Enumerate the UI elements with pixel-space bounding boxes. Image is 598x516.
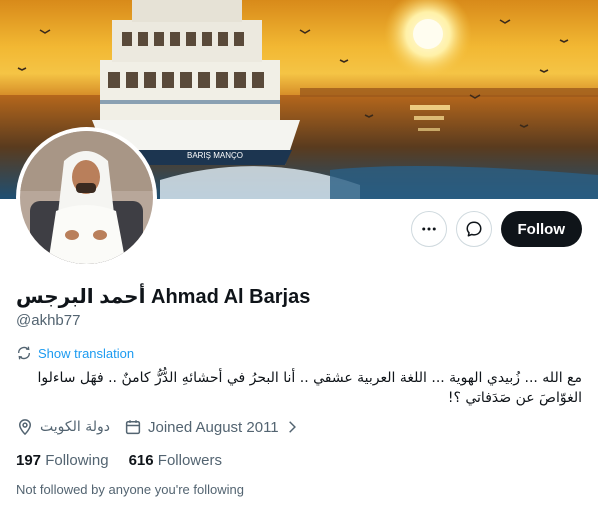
display-name: أحمد البرجس Ahmad Al Barjas xyxy=(16,286,311,308)
chevron-right-icon xyxy=(288,421,296,433)
location-icon xyxy=(18,419,32,436)
location-text: دولة الكويت xyxy=(40,419,110,435)
following-link[interactable]: 197 Following xyxy=(16,452,109,469)
message-icon xyxy=(466,221,481,237)
show-translation-label: Show translation xyxy=(38,345,135,361)
followers-link[interactable]: 616 Followers xyxy=(129,452,222,469)
more-button[interactable] xyxy=(410,211,447,247)
banner-boat-name: BARIŞ MANÇO xyxy=(187,151,243,160)
following-count: 197 xyxy=(16,452,42,469)
follow-button[interactable]: Follow xyxy=(500,211,582,247)
location: دولة الكويت xyxy=(16,418,110,436)
profile-actions: Follow xyxy=(410,211,582,247)
followers-label: Followers xyxy=(157,452,222,469)
not-followed-note: Not followed by anyone you're following xyxy=(16,482,244,497)
profile-meta: دولة الكويت Joined August 2011 xyxy=(16,418,299,436)
joined-date[interactable]: Joined August 2011 xyxy=(124,418,299,436)
followers-count: 616 xyxy=(128,452,154,469)
message-button[interactable] xyxy=(455,211,492,247)
translate-icon xyxy=(17,346,31,360)
profile-stats: 197 Following 616 Followers xyxy=(16,452,222,469)
show-translation-link[interactable]: Show translation xyxy=(16,345,134,361)
calendar-icon xyxy=(125,420,141,435)
joined-text: Joined August 2011 xyxy=(147,418,279,436)
handle: @akhb77 xyxy=(16,312,81,329)
following-label: Following xyxy=(45,452,109,469)
avatar[interactable] xyxy=(16,127,157,268)
more-icon xyxy=(421,227,436,231)
bio: مع الله ... زُبيدي الهوية ... اللغة العر… xyxy=(37,370,582,406)
